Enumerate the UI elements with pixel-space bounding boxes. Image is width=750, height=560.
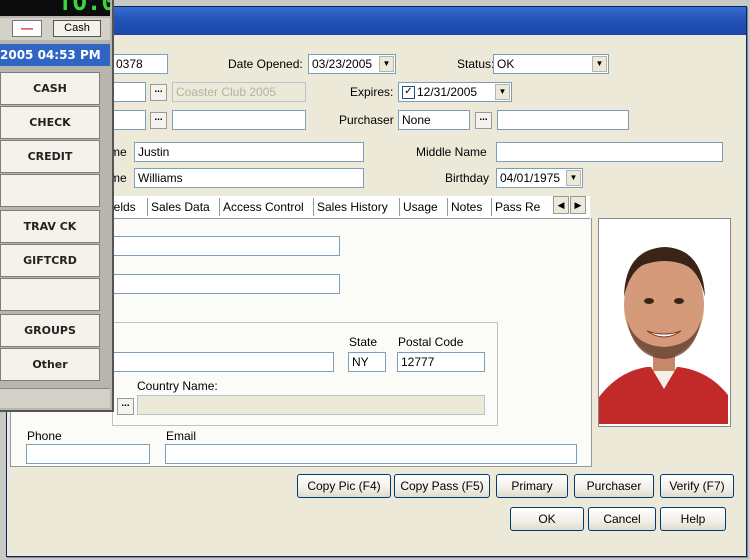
birthday-dropdown[interactable]: 04/01/1975 ▼ (496, 168, 583, 188)
tab-usage[interactable]: Usage (400, 198, 448, 216)
other-tender-button[interactable]: Other (0, 348, 100, 381)
cash-button[interactable]: Cash (53, 20, 101, 37)
status-label: Status: (457, 57, 495, 71)
tab-access-control[interactable]: Access Control (220, 198, 314, 216)
birthday-label: Birthday (445, 171, 490, 185)
check-tender-button[interactable]: CHECK (0, 106, 100, 139)
tab-scroll-left-icon[interactable]: ◀ (553, 196, 569, 214)
last-name-field[interactable]: Williams (134, 168, 364, 188)
purchaser-browse-button[interactable]: ... (475, 112, 492, 129)
birthday-value: 04/01/1975 (500, 171, 561, 185)
phone-label: Phone (27, 429, 62, 443)
purchaser-name-field[interactable] (497, 110, 629, 130)
tab-pass-re[interactable]: Pass Re (492, 198, 552, 216)
city-field[interactable] (112, 352, 334, 372)
chevron-down-icon[interactable]: ▼ (495, 84, 510, 100)
minus-button[interactable]: — (12, 20, 42, 37)
code-name-field[interactable] (172, 110, 306, 130)
status-value: OK (497, 57, 515, 71)
code-field[interactable] (112, 110, 146, 130)
copy-pass-button[interactable]: Copy Pass (F5) (394, 474, 490, 498)
state-label: State (349, 335, 378, 349)
trav-ck-tender-button[interactable]: TRAV CK (0, 210, 100, 243)
expires-value: 12/31/2005 (417, 85, 478, 99)
cancel-button[interactable]: Cancel (588, 507, 656, 531)
register-toolbar: — Cash (0, 18, 110, 40)
amount-display-value: TO.00 (58, 0, 110, 16)
groups-tender-button[interactable]: GROUPS (0, 314, 100, 347)
postal-code-field[interactable]: 12777 (397, 352, 485, 372)
purchaser-button[interactable]: Purchaser (574, 474, 654, 498)
giftcard-tender-button[interactable]: GIFTCRD (0, 244, 100, 277)
chevron-down-icon[interactable]: ▼ (592, 56, 607, 72)
address-line-2-field[interactable] (112, 274, 340, 294)
country-name-field (137, 395, 485, 415)
status-dropdown[interactable]: OK ▼ (493, 54, 609, 74)
date-opened-dropdown[interactable]: 03/23/2005 ▼ (308, 54, 396, 74)
member-photo (598, 218, 731, 427)
datetime-bar: 2005 04:53 PM (0, 44, 110, 66)
tab-sales-history[interactable]: Sales History (314, 198, 400, 216)
ok-button[interactable]: OK (510, 507, 584, 531)
expires-dropdown[interactable]: ✓ 12/31/2005 ▼ (398, 82, 512, 102)
tab-sales-data[interactable]: Sales Data (148, 198, 220, 216)
date-opened-label: Date Opened: (228, 57, 303, 71)
postal-code-label: Postal Code (398, 335, 464, 349)
blank-tender-button[interactable] (0, 174, 100, 207)
title-bar[interactable] (7, 7, 746, 35)
date-opened-value: 03/23/2005 (312, 57, 373, 71)
verify-button[interactable]: Verify (F7) (660, 474, 734, 498)
expires-checkbox[interactable]: ✓ (402, 86, 415, 100)
purchaser-field[interactable]: None (398, 110, 470, 130)
amount-display: TO.00 (0, 0, 110, 16)
country-browse-button[interactable]: ... (117, 398, 134, 415)
country-name-label: Country Name: (137, 379, 218, 393)
register-status-bar (0, 388, 110, 408)
pass-number-field[interactable]: 0378 (112, 54, 168, 74)
help-button[interactable]: Help (660, 507, 726, 531)
tab-scroll-right-icon[interactable]: ▶ (570, 196, 586, 214)
email-label: Email (166, 429, 197, 443)
middle-name-field[interactable] (496, 142, 723, 162)
purchaser-label: Purchaser (339, 113, 394, 127)
copy-pic-button[interactable]: Copy Pic (F4) (297, 474, 391, 498)
phone-field[interactable] (26, 444, 150, 464)
code-browse-button[interactable]: ... (150, 112, 167, 129)
expires-label: Expires: (350, 85, 394, 99)
middle-name-label: Middle Name (416, 145, 487, 159)
address-line-1-field[interactable] (112, 236, 340, 256)
chevron-down-icon[interactable]: ▼ (379, 56, 394, 72)
club-code-field[interactable] (112, 82, 146, 102)
club-browse-button[interactable]: ... (150, 84, 167, 101)
tab-strip: ields Sales Data Access Control Sales Hi… (108, 196, 590, 219)
first-name-field[interactable]: Justin (134, 142, 364, 162)
tab-fields[interactable]: ields (108, 198, 148, 216)
primary-button[interactable]: Primary (496, 474, 568, 498)
blank-tender-button-2[interactable] (0, 278, 100, 311)
club-name-field: Coaster Club 2005 (172, 82, 306, 102)
cash-tender-button[interactable]: CASH (0, 72, 100, 105)
chevron-down-icon[interactable]: ▼ (566, 170, 581, 186)
state-field[interactable]: NY (348, 352, 386, 372)
tab-notes[interactable]: Notes (448, 198, 492, 216)
email-field[interactable] (165, 444, 577, 464)
person-photo-image (599, 219, 728, 424)
register-panel: TO.00 — Cash 2005 04:53 PM CASH CHECK CR… (0, 0, 114, 412)
credit-tender-button[interactable]: CREDIT (0, 140, 100, 173)
